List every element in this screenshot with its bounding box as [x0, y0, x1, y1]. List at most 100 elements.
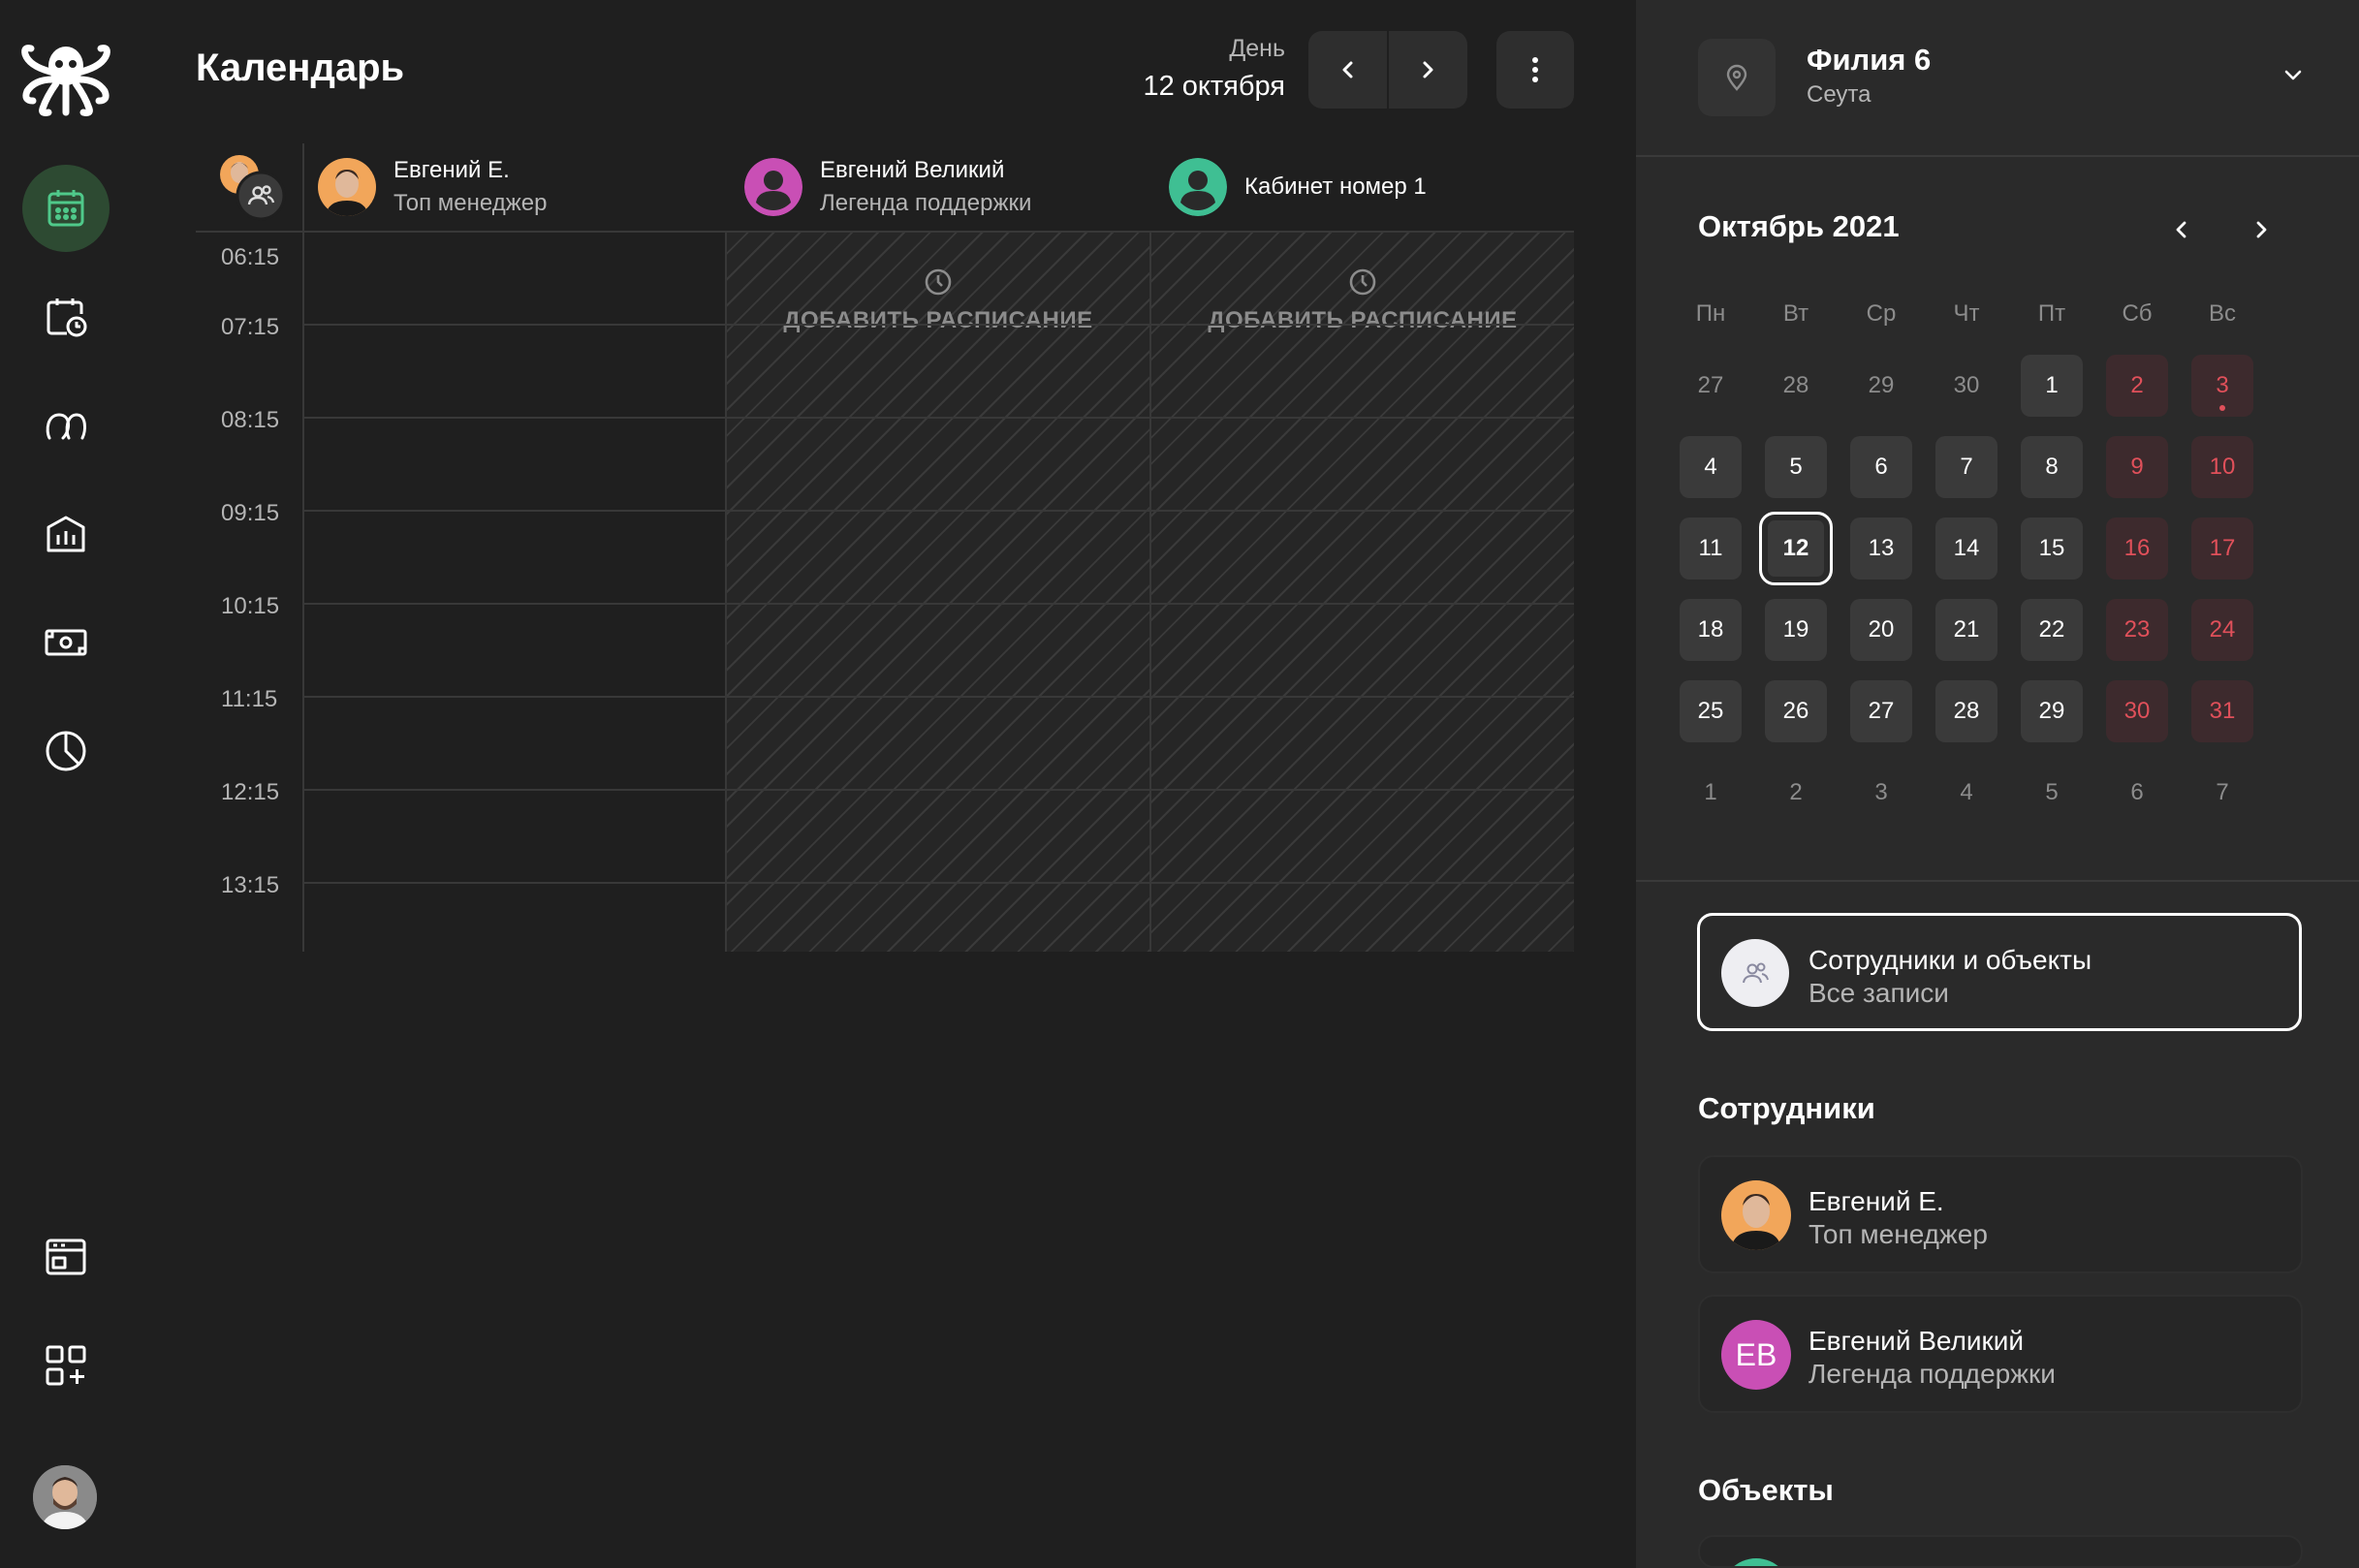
event-dot	[2219, 405, 2225, 411]
calendar-day[interactable]: 22	[2021, 599, 2083, 661]
nav-finance[interactable]	[22, 599, 110, 686]
employee-role: Топ менеджер	[1809, 1219, 1988, 1249]
calendar-day[interactable]: 3	[1850, 762, 1912, 824]
employee-name: Евгений Великий	[1809, 1326, 2025, 1356]
calendar-day[interactable]: 18	[1680, 599, 1742, 661]
calendar-day[interactable]: 7	[2191, 762, 2253, 824]
grid-line	[302, 696, 1574, 698]
calendar-day[interactable]: 1	[1680, 762, 1742, 824]
calendar-clock-icon	[47, 298, 87, 337]
column-header-employee-2[interactable]: Евгений Великий Легенда поддержки	[744, 143, 1031, 231]
calendar-day-with-event[interactable]: 3	[2191, 355, 2253, 417]
users-icon	[46, 413, 86, 440]
calendar-day[interactable]: 28	[1765, 355, 1827, 417]
time-label: 06:15	[221, 244, 280, 270]
grid-line	[302, 603, 1574, 605]
branch-icon-box[interactable]	[1698, 39, 1776, 116]
calendar-day[interactable]: 19	[1765, 599, 1827, 661]
column-header-object-1[interactable]: Кабинет номер 1	[1169, 143, 1427, 231]
calendar-day[interactable]: 15	[2021, 517, 2083, 580]
user-photo-icon	[33, 1465, 97, 1529]
calendar-day[interactable]: 29	[1850, 355, 1912, 417]
calendar-day[interactable]: 17	[2191, 517, 2253, 580]
calendar-day[interactable]: 5	[2021, 762, 2083, 824]
branch-name[interactable]: Филия 6	[1807, 43, 1931, 78]
weekday-label: Пн	[1695, 300, 1726, 327]
nav-add-widget[interactable]	[22, 1322, 110, 1409]
nav-warehouse[interactable]	[22, 490, 110, 578]
view-mode-label: День	[1229, 35, 1285, 62]
next-day-button[interactable]	[1389, 31, 1467, 109]
calendar-day[interactable]: 9	[2106, 436, 2168, 498]
money-icon	[45, 629, 87, 656]
calendar-day[interactable]: 23	[2106, 599, 2168, 661]
calendar-day[interactable]: 2	[1765, 762, 1827, 824]
grid-line	[302, 882, 1574, 884]
calendar-day[interactable]: 2	[2106, 355, 2168, 417]
octopus-logo-icon[interactable]	[17, 37, 114, 118]
calendar-day[interactable]: 6	[1850, 436, 1912, 498]
time-label: 13:15	[221, 872, 280, 898]
calendar-day[interactable]: 13	[1850, 517, 1912, 580]
calendar-day-selected[interactable]: 12	[1759, 512, 1833, 585]
calendar-day[interactable]: 11	[1680, 517, 1742, 580]
employee-role: Топ менеджер	[393, 190, 548, 216]
pie-chart-icon	[46, 731, 86, 771]
calendar-day[interactable]: 26	[1765, 680, 1827, 742]
user-avatar[interactable]	[33, 1465, 97, 1529]
object-card[interactable]	[1698, 1535, 2303, 1568]
calendar-day[interactable]: 20	[1850, 599, 1912, 661]
time-label: 09:15	[221, 500, 280, 526]
calendar-day[interactable]: 24	[2191, 599, 2253, 661]
right-panel: Филия 6 Сеута Октябрь 2021 Пн Вт Ср Чт П…	[1636, 0, 2359, 1568]
employee-card[interactable]: Евгений Е. Топ менеджер	[1698, 1155, 2303, 1273]
all-records-filter[interactable]: Сотрудники и объекты Все записи	[1697, 913, 2302, 1031]
chevron-down-icon[interactable]	[2280, 62, 2307, 89]
employee-photo-icon	[1721, 1180, 1791, 1250]
nav-schedule[interactable]	[22, 273, 110, 361]
calendar-day[interactable]: 28	[1935, 680, 1997, 742]
calendar-day[interactable]: 29	[2021, 680, 2083, 742]
side-nav	[0, 0, 136, 1568]
column-header-employee-1[interactable]: Евгений Е. Топ менеджер	[318, 143, 547, 231]
weekday-label: Ср	[1866, 300, 1897, 327]
employee-card[interactable]: ЕВ Евгений Великий Легенда поддержки	[1698, 1295, 2303, 1413]
calendar-day-number: 3	[2216, 372, 2229, 398]
object-name: Кабинет номер 1	[1244, 173, 1427, 200]
next-month-chevron-icon[interactable]	[2247, 215, 2276, 244]
calendar-day[interactable]: 7	[1935, 436, 1997, 498]
all-resources-avatar[interactable]	[218, 153, 286, 221]
calendar-day[interactable]: 5	[1765, 436, 1827, 498]
date-display[interactable]: День 12 октября	[1143, 35, 1285, 103]
calendar-day[interactable]: 30	[2106, 680, 2168, 742]
calendar-day[interactable]: 21	[1935, 599, 1997, 661]
prev-day-button[interactable]	[1308, 31, 1387, 109]
month-title: Октябрь 2021	[1698, 209, 1900, 243]
calendar-day[interactable]: 16	[2106, 517, 2168, 580]
unscheduled-column-2[interactable]	[725, 231, 1149, 952]
more-options-button[interactable]	[1496, 31, 1574, 109]
calendar-day[interactable]: 27	[1680, 355, 1742, 417]
calendar-day[interactable]: 14	[1935, 517, 1997, 580]
nav-online-booking[interactable]	[22, 1213, 110, 1301]
employee-photo-icon	[318, 158, 376, 216]
prev-month-chevron-icon[interactable]	[2167, 215, 2196, 244]
grid-line	[302, 789, 1574, 791]
grid-line	[302, 324, 1574, 326]
calendar-day[interactable]: 10	[2191, 436, 2253, 498]
calendar-day[interactable]: 25	[1680, 680, 1742, 742]
calendar-day[interactable]: 4	[1680, 436, 1742, 498]
calendar-day[interactable]: 8	[2021, 436, 2083, 498]
calendar-day[interactable]: 1	[2021, 355, 2083, 417]
calendar-day[interactable]: 31	[2191, 680, 2253, 742]
calendar-day[interactable]: 6	[2106, 762, 2168, 824]
panel-divider	[1636, 155, 2359, 157]
current-date-label: 12 октября	[1143, 71, 1285, 102]
nav-analytics[interactable]	[22, 707, 110, 795]
calendar-day[interactable]: 30	[1935, 355, 1997, 417]
unscheduled-column-3[interactable]	[1151, 231, 1574, 952]
nav-clients[interactable]	[22, 382, 110, 469]
calendar-day[interactable]: 27	[1850, 680, 1912, 742]
nav-calendar[interactable]	[22, 165, 110, 252]
calendar-day[interactable]: 4	[1935, 762, 1997, 824]
